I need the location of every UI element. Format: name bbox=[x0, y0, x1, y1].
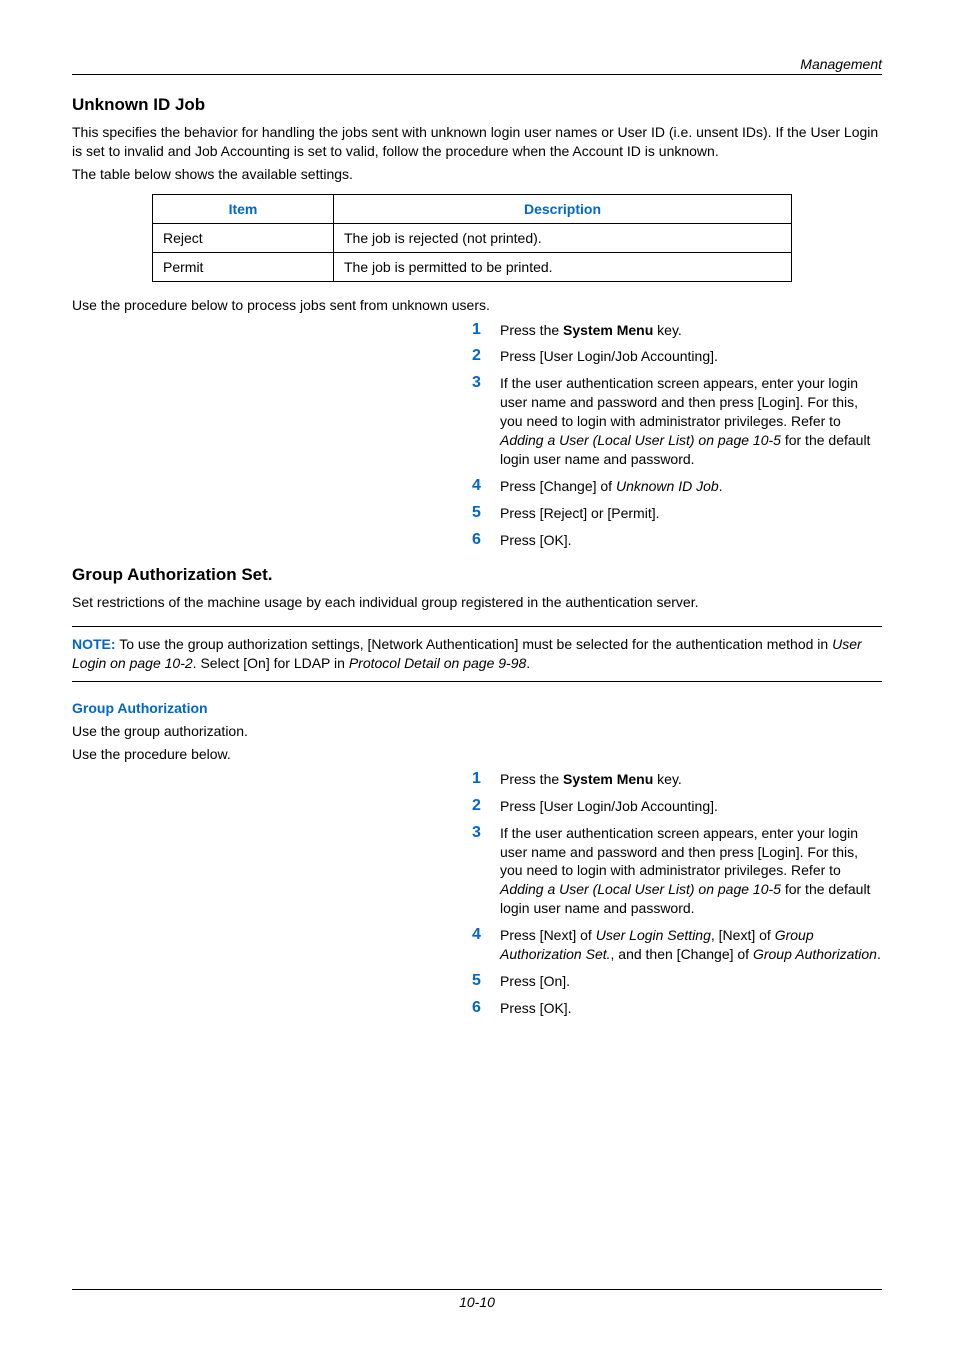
table-cell-item: Reject bbox=[153, 223, 334, 252]
step-number: 1 bbox=[472, 770, 500, 789]
step-text: Press [User Login/Job Accounting]. bbox=[500, 797, 718, 816]
step-number: 1 bbox=[472, 321, 500, 340]
group-auth-para1: Set restrictions of the machine usage by… bbox=[72, 593, 882, 612]
table-head-desc: Description bbox=[334, 194, 792, 223]
note-label: NOTE: bbox=[72, 636, 116, 652]
step-item: 6 Press [OK]. bbox=[472, 531, 882, 550]
step-item: 6 Press [OK]. bbox=[472, 999, 882, 1018]
note-ref2: Protocol Detail on page 9-98 bbox=[349, 655, 526, 671]
page-number: 10-10 bbox=[459, 1294, 495, 1310]
settings-table: Item Description Reject The job is rejec… bbox=[152, 194, 792, 282]
note-text-mid: . Select [On] for LDAP in bbox=[193, 655, 349, 671]
step-number: 2 bbox=[472, 797, 500, 816]
group-auth-para2a: Use the group authorization. bbox=[72, 722, 882, 741]
step-item: 1 Press the System Menu key. bbox=[472, 770, 882, 789]
group-auth-steps: 1 Press the System Menu key. 2 Press [Us… bbox=[472, 770, 882, 1018]
step-text: Press [OK]. bbox=[500, 999, 572, 1018]
step-item: 5 Press [Reject] or [Permit]. bbox=[472, 504, 882, 523]
step-text: Press [Next] of User Login Setting, [Nex… bbox=[500, 926, 882, 964]
step-number: 6 bbox=[472, 531, 500, 550]
step-item: 4 Press [Change] of Unknown ID Job. bbox=[472, 477, 882, 496]
step-text: Press the System Menu key. bbox=[500, 770, 682, 789]
page-header: Management bbox=[72, 56, 882, 75]
group-auth-subheading: Group Authorization bbox=[72, 700, 882, 716]
step-item: 4 Press [Next] of User Login Setting, [N… bbox=[472, 926, 882, 964]
step-number: 5 bbox=[472, 504, 500, 523]
step-text: If the user authentication screen appear… bbox=[500, 824, 882, 918]
step-text: Press the System Menu key. bbox=[500, 321, 682, 340]
note-text-pre: To use the group authorization settings,… bbox=[116, 636, 833, 652]
step-text: Press [User Login/Job Accounting]. bbox=[500, 347, 718, 366]
step-number: 5 bbox=[472, 972, 500, 991]
step-text: Press [On]. bbox=[500, 972, 570, 991]
step-number: 4 bbox=[472, 477, 500, 496]
unknown-id-para1: This specifies the behavior for handling… bbox=[72, 123, 882, 161]
unknown-id-heading: Unknown ID Job bbox=[72, 95, 882, 115]
step-number: 4 bbox=[472, 926, 500, 964]
table-cell-desc: The job is permitted to be printed. bbox=[334, 252, 792, 281]
step-item: 2 Press [User Login/Job Accounting]. bbox=[472, 797, 882, 816]
table-head-item: Item bbox=[153, 194, 334, 223]
step-item: 2 Press [User Login/Job Accounting]. bbox=[472, 347, 882, 366]
note-box: NOTE: To use the group authorization set… bbox=[72, 626, 882, 682]
table-cell-item: Permit bbox=[153, 252, 334, 281]
table-cell-desc: The job is rejected (not printed). bbox=[334, 223, 792, 252]
note-text-post: . bbox=[526, 655, 530, 671]
step-item: 3 If the user authentication screen appe… bbox=[472, 374, 882, 468]
step-number: 6 bbox=[472, 999, 500, 1018]
unknown-id-para2: The table below shows the available sett… bbox=[72, 165, 882, 184]
step-number: 3 bbox=[472, 374, 500, 468]
step-item: 3 If the user authentication screen appe… bbox=[472, 824, 882, 918]
unknown-id-para3: Use the procedure below to process jobs … bbox=[72, 296, 882, 315]
group-auth-para2b: Use the procedure below. bbox=[72, 745, 882, 764]
table-row: Reject The job is rejected (not printed)… bbox=[153, 223, 792, 252]
header-section-label: Management bbox=[800, 56, 882, 72]
step-text: Press [Reject] or [Permit]. bbox=[500, 504, 659, 523]
step-number: 3 bbox=[472, 824, 500, 918]
table-row: Permit The job is permitted to be printe… bbox=[153, 252, 792, 281]
step-text: Press [Change] of Unknown ID Job. bbox=[500, 477, 723, 496]
unknown-id-steps: 1 Press the System Menu key. 2 Press [Us… bbox=[472, 321, 882, 550]
page-footer: 10-10 bbox=[72, 1289, 882, 1310]
step-item: 5 Press [On]. bbox=[472, 972, 882, 991]
step-text: If the user authentication screen appear… bbox=[500, 374, 882, 468]
step-text: Press [OK]. bbox=[500, 531, 572, 550]
step-item: 1 Press the System Menu key. bbox=[472, 321, 882, 340]
step-number: 2 bbox=[472, 347, 500, 366]
group-auth-heading: Group Authorization Set. bbox=[72, 565, 882, 585]
